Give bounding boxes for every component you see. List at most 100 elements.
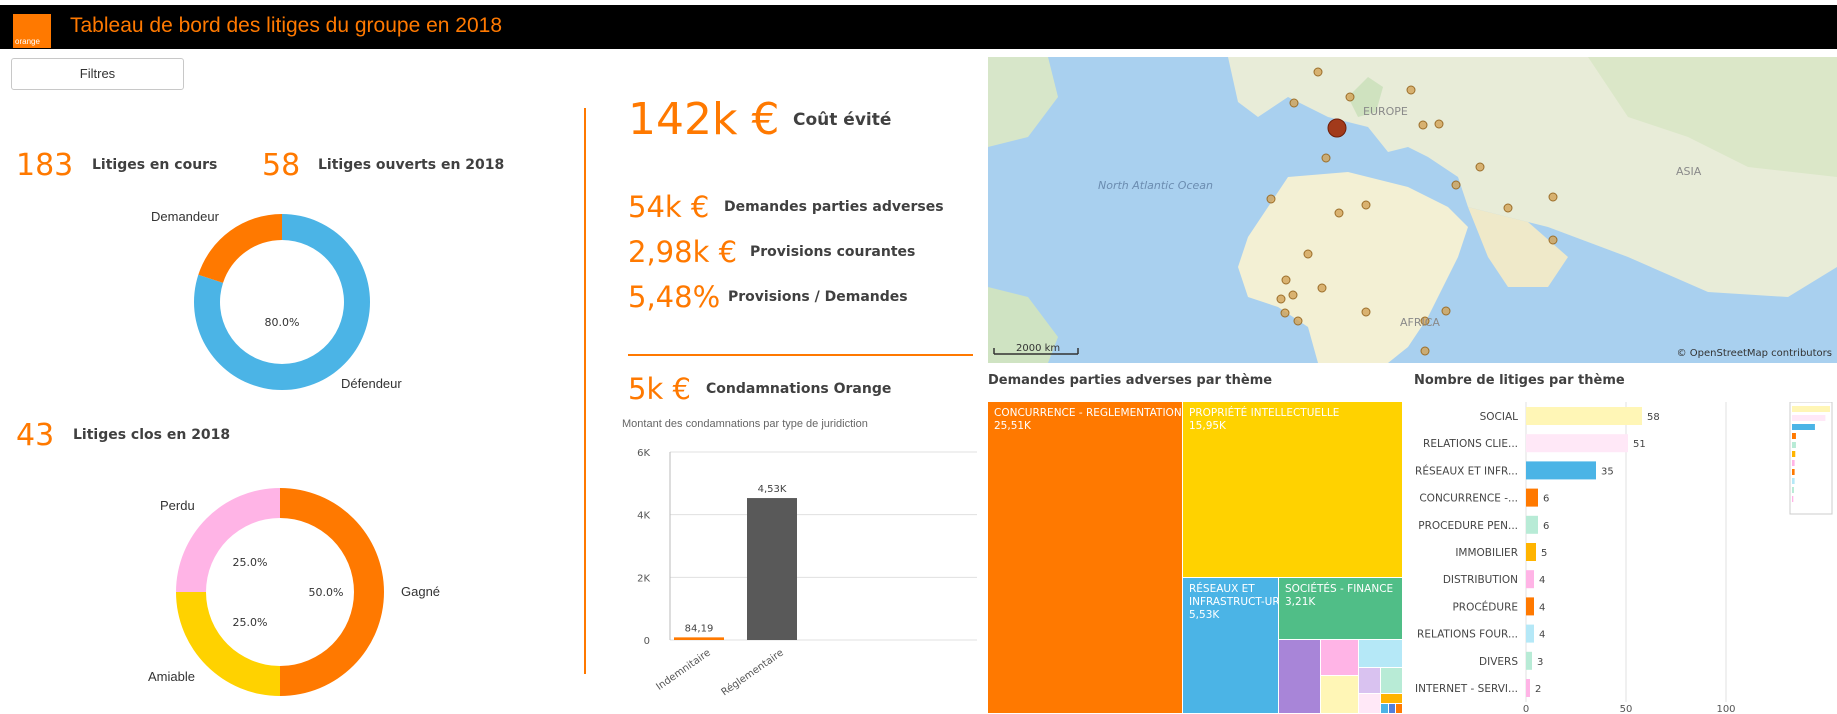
treemap-label: SOCIÉTÉS - FINANCE xyxy=(1285,582,1393,595)
category-label: DIVERS xyxy=(1479,656,1518,668)
demandes-label: Demandes parties adverses xyxy=(724,199,944,215)
treemap-cell[interactable] xyxy=(988,402,1182,713)
treemap-label: PROPRIÉTÉ INTELLECTUELLE xyxy=(1189,406,1339,419)
category-label: RELATIONS CLIE... xyxy=(1423,438,1518,450)
logo-text: orange xyxy=(15,37,40,46)
litiges-clos-label: Litiges clos en 2018 xyxy=(73,427,231,443)
theme-bar[interactable] xyxy=(1526,543,1536,561)
treemap-small-cell[interactable] xyxy=(1321,676,1358,713)
litiges-map[interactable]: North Atlantic Ocean EUROPE ASIA AFRICA … xyxy=(988,57,1837,363)
treemap-small-cell[interactable] xyxy=(1381,704,1388,713)
theme-bar[interactable] xyxy=(1526,434,1628,453)
category-label: RELATIONS FOUR... xyxy=(1417,629,1518,641)
north-america-land xyxy=(988,57,1058,147)
theme-bar[interactable] xyxy=(1526,515,1538,534)
filters-button[interactable]: Filtres xyxy=(11,58,184,90)
map-point[interactable] xyxy=(1293,316,1303,326)
map-point[interactable] xyxy=(1406,85,1416,95)
map-point[interactable] xyxy=(1475,162,1485,172)
donut-segment-demandeur[interactable] xyxy=(198,214,282,283)
map-point[interactable] xyxy=(1451,180,1461,190)
map-point[interactable] xyxy=(1548,192,1558,202)
provisions-value: 2,98k € xyxy=(628,235,738,269)
theme-bar[interactable] xyxy=(1526,461,1596,480)
map-point[interactable] xyxy=(1289,98,1299,108)
amiable-pct: 25.0% xyxy=(233,616,268,629)
vertical-divider xyxy=(584,108,586,674)
map-point[interactable] xyxy=(1288,290,1298,300)
map-point[interactable] xyxy=(1313,67,1323,77)
theme-bar[interactable] xyxy=(1526,679,1530,697)
category-label: PROCÉDURE xyxy=(1452,600,1518,613)
map-point[interactable] xyxy=(1418,120,1428,130)
treemap-small-cell[interactable] xyxy=(1359,668,1380,693)
treemap-small-cell[interactable] xyxy=(1359,640,1402,667)
map-point[interactable] xyxy=(1303,249,1313,259)
theme-bar[interactable] xyxy=(1526,407,1642,425)
map-point[interactable] xyxy=(1503,203,1513,213)
map-attribution[interactable]: © OpenStreetMap contributors xyxy=(1677,348,1832,359)
overview-bar xyxy=(1792,469,1795,475)
map-point[interactable] xyxy=(1321,153,1331,163)
horizontal-divider xyxy=(628,354,973,356)
map-point-large[interactable] xyxy=(1327,118,1347,138)
x-category-label: Indemnitaire xyxy=(654,647,712,692)
theme-bar[interactable] xyxy=(1526,624,1534,643)
treemap-small-cell[interactable] xyxy=(1359,694,1380,713)
x-tick-label: 50 xyxy=(1620,704,1633,714)
category-label: CONCURRENCE -... xyxy=(1419,493,1518,505)
map-point[interactable] xyxy=(1281,275,1291,285)
bar-value-label: 4 xyxy=(1539,575,1545,586)
treemap-small-cell[interactable] xyxy=(1321,640,1358,675)
map-point[interactable] xyxy=(1361,200,1371,210)
theme-bar[interactable] xyxy=(1526,488,1538,507)
europe-label: EUROPE xyxy=(1363,105,1408,118)
map-point[interactable] xyxy=(1317,283,1327,293)
orange-logo: orange xyxy=(13,14,51,48)
ratio-label: Provisions / Demandes xyxy=(728,289,908,305)
x-category-label: Réglementaire xyxy=(719,647,786,699)
treemap-small-cell[interactable] xyxy=(1381,668,1402,693)
bar-data-label: 4,53K xyxy=(758,484,787,495)
bar-réglementaire[interactable] xyxy=(747,498,797,640)
map-point[interactable] xyxy=(1280,308,1290,318)
treemap-label: RÉSEAUX ET xyxy=(1189,582,1255,595)
map-point[interactable] xyxy=(1361,307,1371,317)
map-point[interactable] xyxy=(1434,119,1444,129)
treemap-label: 5,53K xyxy=(1189,609,1220,621)
theme-bar[interactable] xyxy=(1526,651,1532,670)
treemap-small-cell[interactable] xyxy=(1389,704,1395,713)
theme-bar[interactable] xyxy=(1526,570,1534,589)
y-tick-label: 4K xyxy=(637,511,650,522)
overview-bar xyxy=(1792,451,1796,457)
treemap-small-cell[interactable] xyxy=(1279,640,1320,713)
map-point[interactable] xyxy=(1345,92,1355,102)
map-point[interactable] xyxy=(1420,346,1430,356)
bar-value-label: 6 xyxy=(1543,494,1549,505)
treemap-label: 15,95K xyxy=(1189,420,1227,432)
bar-data-label: 84,19 xyxy=(685,623,714,634)
map-point[interactable] xyxy=(1334,208,1344,218)
map-point[interactable] xyxy=(1548,235,1558,245)
y-tick-label: 0 xyxy=(644,636,650,647)
condamnations-bar-chart: 0 2K 4K 6K 84,19 Indemnitaire 4,53K Réglementai… xyxy=(637,448,977,699)
demandeur-label: Demandeur xyxy=(151,209,219,224)
y-tick-label: 2K xyxy=(637,573,650,584)
map-point[interactable] xyxy=(1266,194,1276,204)
treemap-label: CONCURRENCE - REGLEMENTATION xyxy=(994,407,1182,419)
x-tick-label: 100 xyxy=(1716,704,1735,714)
category-label: IMMOBILIER xyxy=(1455,547,1518,559)
treemap-label: 25,51K xyxy=(994,420,1032,432)
overview-bar xyxy=(1792,487,1794,493)
treemap-small-cell[interactable] xyxy=(1381,694,1402,703)
perdu-pct: 25.0% xyxy=(233,556,268,569)
bar-indemnitaire[interactable] xyxy=(674,637,724,640)
gagne-label: Gagné xyxy=(401,584,441,599)
map-point[interactable] xyxy=(1276,294,1286,304)
theme-bar[interactable] xyxy=(1526,597,1534,616)
bar-value-label: 58 xyxy=(1647,412,1660,423)
cout-evite-value: 142k € xyxy=(628,94,780,145)
overview-bar xyxy=(1792,442,1796,448)
map-point[interactable] xyxy=(1441,306,1451,316)
treemap-small-cell[interactable] xyxy=(1396,704,1402,713)
